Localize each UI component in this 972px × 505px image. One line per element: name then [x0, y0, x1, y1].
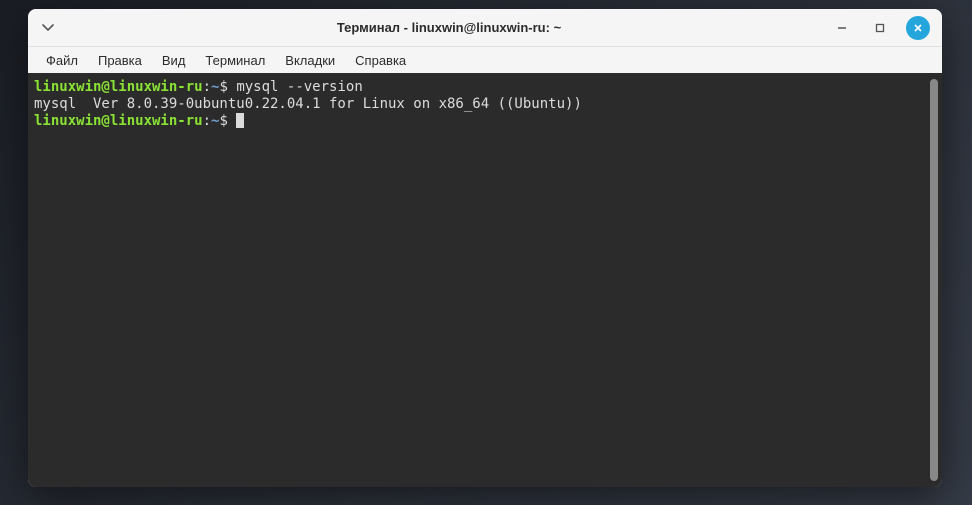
window-title: Терминал - linuxwin@linuxwin-ru: ~: [68, 20, 830, 35]
terminal-output-area[interactable]: linuxwin@linuxwin-ru:~$ mysql --version …: [28, 73, 942, 487]
menubar: Файл Правка Вид Терминал Вкладки Справка: [28, 47, 942, 73]
maximize-button[interactable]: [868, 16, 892, 40]
prompt-colon: :: [203, 113, 211, 129]
menu-edit[interactable]: Правка: [88, 50, 152, 71]
terminal-line: linuxwin@linuxwin-ru:~$ mysql --version: [34, 79, 363, 95]
menu-file[interactable]: Файл: [36, 50, 88, 71]
menu-view[interactable]: Вид: [152, 50, 196, 71]
close-button[interactable]: [906, 16, 930, 40]
scrollbar[interactable]: [930, 79, 938, 481]
prompt-dollar: $: [219, 79, 227, 95]
chevron-down-icon: [41, 21, 55, 35]
menu-help[interactable]: Справка: [345, 50, 416, 71]
prompt-userhost: linuxwin@linuxwin-ru: [34, 113, 203, 129]
cursor-block: [236, 113, 244, 128]
minimize-button[interactable]: [830, 16, 854, 40]
prompt-userhost: linuxwin@linuxwin-ru: [34, 79, 203, 95]
window-controls: [830, 16, 942, 40]
prompt-dollar: $: [219, 113, 227, 129]
menu-tabs[interactable]: Вкладки: [275, 50, 345, 71]
terminal-line: linuxwin@linuxwin-ru:~$: [34, 113, 244, 129]
terminal-window: Терминал - linuxwin@linuxwin-ru: ~ Файл …: [28, 9, 942, 487]
titlebar-menu-button[interactable]: [28, 21, 68, 35]
command-output: mysql Ver 8.0.39-0ubuntu0.22.04.1 for Li…: [34, 96, 582, 112]
titlebar[interactable]: Терминал - linuxwin@linuxwin-ru: ~: [28, 9, 942, 47]
menu-terminal[interactable]: Терминал: [195, 50, 275, 71]
command-text: mysql --version: [228, 79, 363, 95]
command-text: [228, 113, 236, 129]
prompt-colon: :: [203, 79, 211, 95]
